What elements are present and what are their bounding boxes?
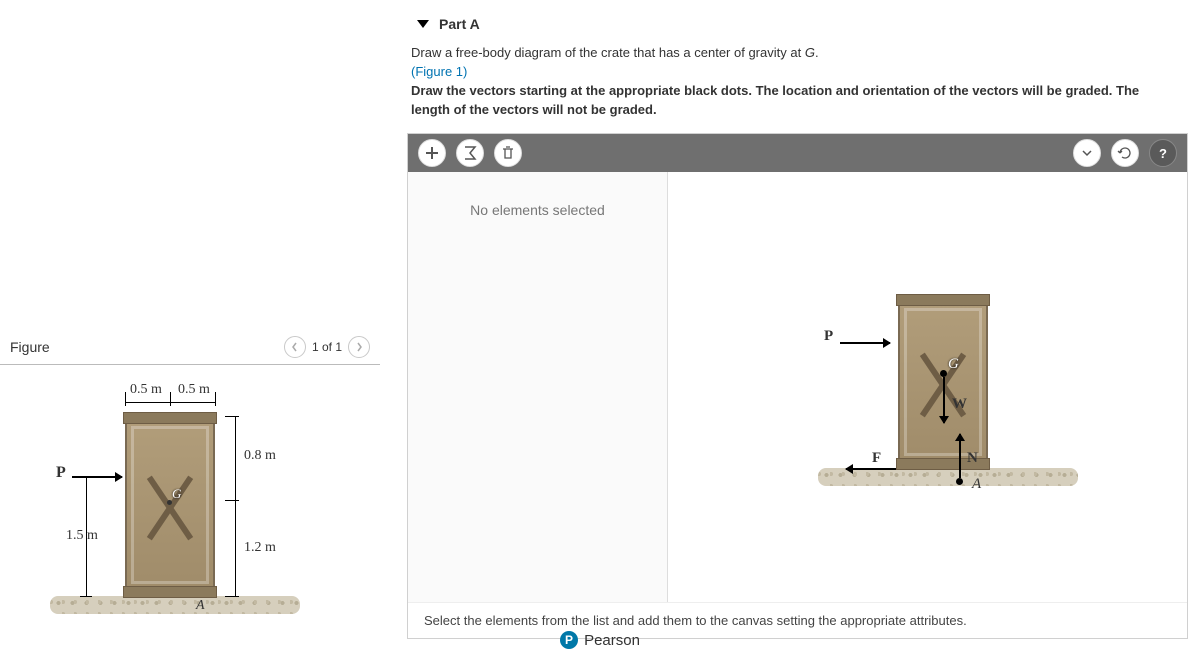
crate-cross [133,428,207,582]
drawing-canvas-row: No elements selected P G [408,172,1187,602]
canvas-g-label: G [948,356,959,373]
canvas-p-label: P [824,328,833,345]
canvas-w-label: W [952,396,967,413]
canvas-a-label: A [972,476,981,493]
pearson-logo-icon: P [560,631,578,649]
dim-half-width-left: 0.5 m [130,382,162,398]
g-label: G [172,486,181,502]
help-icon: ? [1159,146,1167,161]
properties-panel: No elements selected [408,172,668,602]
canvas-n-label: N [967,450,978,467]
canvas-w-arrow [943,377,945,423]
canvas-f-arrow [846,468,896,470]
part-title: Part A [439,16,480,32]
figure-prev-button[interactable] [284,336,306,358]
instruction-var: G [805,45,815,60]
footer-brand: Pearson [584,632,640,649]
instruction-line1b: . [815,45,819,60]
dim-line [235,500,236,596]
g-dot [167,500,172,505]
figure-header: Figure 1 of 1 [0,330,380,365]
ground-texture [50,596,300,614]
canvas-p-arrow [840,342,890,344]
dim-tick [225,596,239,597]
question-panel: Part A Draw a free-body diagram of the c… [395,0,1200,653]
dim-line [125,402,215,403]
crate-top [896,294,990,306]
figure-pager: 1 of 1 [284,336,370,358]
sigma-icon [462,145,478,161]
crate-bottom [123,586,217,598]
collapse-icon [417,20,429,28]
canvas-diagram: P G W F N A [818,272,1078,532]
figure-title: Figure [10,339,50,355]
dim-tick [170,392,171,406]
force-p-label: P [56,464,66,482]
crate-top [123,412,217,424]
part-header[interactable]: Part A [407,10,1188,40]
dim-top-offset: 0.8 m [244,448,276,464]
chevron-right-icon [354,342,364,352]
dim-half-width-right: 0.5 m [178,382,210,398]
canvas-area[interactable]: P G W F N A [668,172,1187,602]
figure-pager-text: 1 of 1 [312,340,342,354]
caret-down-icon [1079,145,1095,161]
add-icon [424,145,440,161]
dim-line [235,416,236,500]
dim-force-height: 1.5 m [66,528,98,544]
instruction-line1a: Draw a free-body diagram of the crate th… [411,45,805,60]
dim-tick [215,392,216,406]
trash-icon [500,145,516,161]
properties-placeholder: No elements selected [470,202,605,218]
footer: P Pearson [0,631,1200,649]
canvas-f-label: F [872,450,881,467]
delete-button[interactable] [494,139,522,167]
dim-tick [125,392,126,406]
figure-next-button[interactable] [348,336,370,358]
chevron-left-icon [290,342,300,352]
force-p-arrow [72,476,122,478]
reset-icon [1117,145,1133,161]
dim-bottom-offset: 1.2 m [244,540,276,556]
instructions: Draw a free-body diagram of the crate th… [407,40,1167,129]
drawing-widget: ? No elements selected P [407,133,1188,639]
reset-button[interactable] [1111,139,1139,167]
figure-ref-link[interactable]: (Figure 1) [411,64,467,79]
dropdown-button[interactable] [1073,139,1101,167]
dim-tick [225,416,239,417]
crate [125,420,215,590]
dim-tick [80,596,92,597]
help-button[interactable]: ? [1149,139,1177,167]
sum-button[interactable] [456,139,484,167]
figure-panel: Figure 1 of 1 G 0.5 m 0.5 m [0,0,395,653]
dim-tick [225,500,239,501]
add-vector-button[interactable] [418,139,446,167]
canvas-n-arrow [959,434,961,478]
instruction-bold: Draw the vectors starting at the appropr… [411,83,1139,117]
drawing-toolbar: ? [408,134,1187,172]
canvas-ground [818,468,1078,486]
figure-diagram: G 0.5 m 0.5 m 0.8 m 1.2 m 1.5 m P A [30,380,360,640]
point-a-label: A [196,598,205,614]
